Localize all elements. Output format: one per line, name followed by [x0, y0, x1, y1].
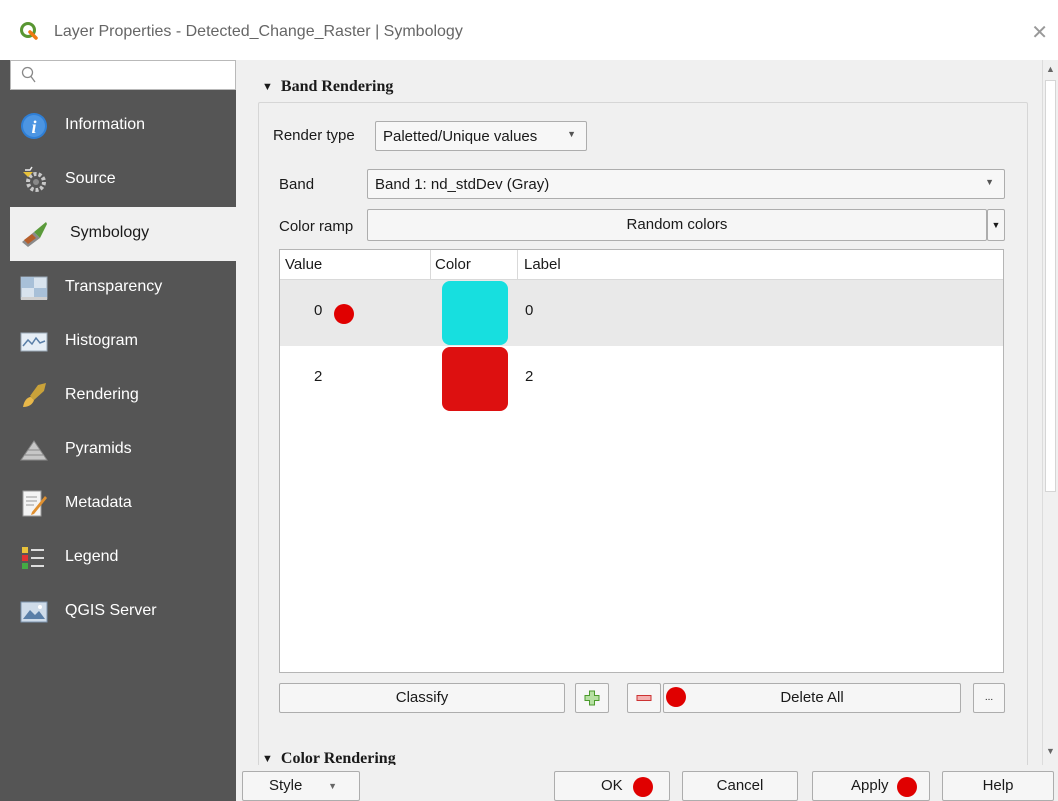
panel-splitter[interactable] [236, 60, 246, 801]
annotation-marker [666, 687, 686, 707]
color-rendering-title: Color Rendering [280, 750, 396, 765]
chevron-down-icon: ▼ [567, 129, 576, 139]
scroll-down-icon[interactable]: ▼ [1046, 746, 1055, 756]
sidebar-item-label: Symbology [70, 224, 150, 241]
style-label: Style [269, 777, 303, 794]
annotation-marker [633, 777, 653, 797]
sidebar-item-legend[interactable]: Legend [10, 531, 236, 585]
cancel-button[interactable]: Cancel [682, 771, 798, 801]
search-input[interactable] [10, 60, 236, 90]
legend-icon [22, 547, 44, 569]
dialog-footer: Style ▼ OK Cancel Apply Help [236, 765, 1058, 801]
chevron-down-icon: ▼ [991, 220, 1001, 230]
ok-button[interactable]: OK [554, 771, 670, 801]
qgis-server-icon [20, 601, 48, 623]
row-label[interactable]: 2 [525, 368, 533, 385]
palette-table: Value Color Label 0 0 2 2 [279, 249, 1004, 673]
qgis-logo-icon [20, 22, 38, 40]
pyramids-icon [20, 440, 48, 461]
table-row[interactable]: 0 0 [280, 280, 1003, 346]
color-ramp-button[interactable]: Random colors [367, 209, 987, 241]
title-bar: Layer Properties - Detected_Change_Raste… [0, 0, 1058, 60]
apply-label: Apply [851, 777, 889, 794]
sidebar-item-symbology[interactable]: Symbology [10, 207, 236, 261]
band-select[interactable]: Band 1: nd_stdDev (Gray) ▼ [367, 169, 1005, 199]
color-swatch[interactable] [442, 347, 508, 411]
histogram-icon [20, 332, 48, 352]
color-rendering-header[interactable]: ▼ Color Rendering [262, 750, 396, 765]
apply-button[interactable]: Apply [812, 771, 930, 801]
row-value[interactable]: 0 [314, 302, 322, 319]
sidebar-item-label: QGIS Server [65, 602, 157, 619]
sidebar-item-label: Pyramids [65, 440, 132, 457]
symbology-panel: ▼ Band Rendering Render type Paletted/Uni… [246, 60, 1042, 765]
vertical-scrollbar[interactable]: ▲ ▼ [1042, 60, 1058, 765]
source-icon [23, 166, 46, 192]
sidebar-item-label: Information [65, 116, 146, 133]
close-icon[interactable]: ✕ [1031, 20, 1048, 45]
scrollbar-thumb[interactable] [1045, 80, 1056, 492]
symbology-icon [22, 222, 47, 247]
band-value: Band 1: nd_stdDev (Gray) [375, 176, 550, 193]
column-header-label[interactable]: Label [524, 256, 561, 273]
band-label: Band [279, 176, 315, 193]
sidebar-item-transparency[interactable]: Transparency [10, 261, 236, 315]
classify-button[interactable]: Classify [279, 683, 565, 713]
sidebar-item-histogram[interactable]: Histogram [10, 315, 236, 369]
minus-icon [636, 695, 652, 701]
sidebar-item-label: Histogram [65, 332, 138, 349]
style-menu-button[interactable]: Style ▼ [242, 771, 360, 801]
more-options-button[interactable]: ... [973, 683, 1005, 713]
scroll-up-icon[interactable]: ▲ [1046, 64, 1055, 74]
sidebar-item-source[interactable]: Source [10, 153, 236, 207]
rendering-icon [23, 383, 46, 407]
metadata-icon [22, 490, 47, 517]
remove-value-button[interactable] [627, 683, 661, 713]
help-button[interactable]: Help [942, 771, 1054, 801]
row-label[interactable]: 0 [525, 302, 533, 319]
annotation-marker [897, 777, 917, 797]
render-type-select[interactable]: Paletted/Unique values ▼ [375, 121, 587, 151]
column-divider [430, 250, 431, 279]
ok-label: OK [601, 777, 623, 794]
plus-icon [584, 690, 600, 706]
column-header-color[interactable]: Color [435, 256, 471, 273]
collapse-triangle-icon: ▼ [262, 753, 273, 765]
color-ramp-dropdown[interactable]: ▼ [987, 209, 1005, 241]
sidebar-item-pyramids[interactable]: Pyramids [10, 423, 236, 477]
sidebar-item-information[interactable]: i Information [10, 99, 236, 153]
sidebar-item-label: Metadata [65, 494, 132, 511]
delete-all-button[interactable]: Delete All [663, 683, 961, 713]
info-icon: i [21, 113, 47, 139]
chevron-down-icon: ▼ [328, 781, 337, 791]
annotation-marker [334, 304, 354, 324]
render-type-label: Render type [273, 127, 355, 144]
column-header-value[interactable]: Value [285, 256, 322, 273]
band-rendering-header[interactable]: ▼ Band Rendering [262, 78, 393, 96]
search-icon [21, 66, 36, 83]
window-title: Layer Properties - Detected_Change_Raste… [54, 23, 463, 40]
band-rendering-group: Render type Paletted/Unique values ▼ Ban… [258, 102, 1028, 765]
table-header: Value Color Label [280, 250, 1003, 280]
sidebar-item-qgis-server[interactable]: QGIS Server [10, 585, 236, 639]
table-row[interactable]: 2 2 [280, 346, 1003, 412]
svg-text:i: i [31, 117, 36, 137]
sidebar-item-label: Rendering [65, 386, 139, 403]
add-value-button[interactable] [575, 683, 609, 713]
transparency-icon [20, 276, 48, 300]
sidebar-item-metadata[interactable]: Metadata [10, 477, 236, 531]
column-divider [517, 250, 518, 279]
row-value[interactable]: 2 [314, 368, 322, 385]
sidebar-item-label: Source [65, 170, 116, 187]
render-type-value: Paletted/Unique values [383, 128, 538, 145]
sidebar-item-label: Transparency [65, 278, 163, 295]
color-swatch[interactable] [442, 281, 508, 345]
sidebar-item-rendering[interactable]: Rendering [10, 369, 236, 423]
band-rendering-title: Band Rendering [280, 78, 394, 95]
collapse-triangle-icon: ▼ [262, 81, 273, 93]
sidebar-item-label: Legend [65, 548, 119, 565]
chevron-down-icon: ▼ [985, 177, 994, 187]
color-ramp-label: Color ramp [279, 218, 354, 235]
